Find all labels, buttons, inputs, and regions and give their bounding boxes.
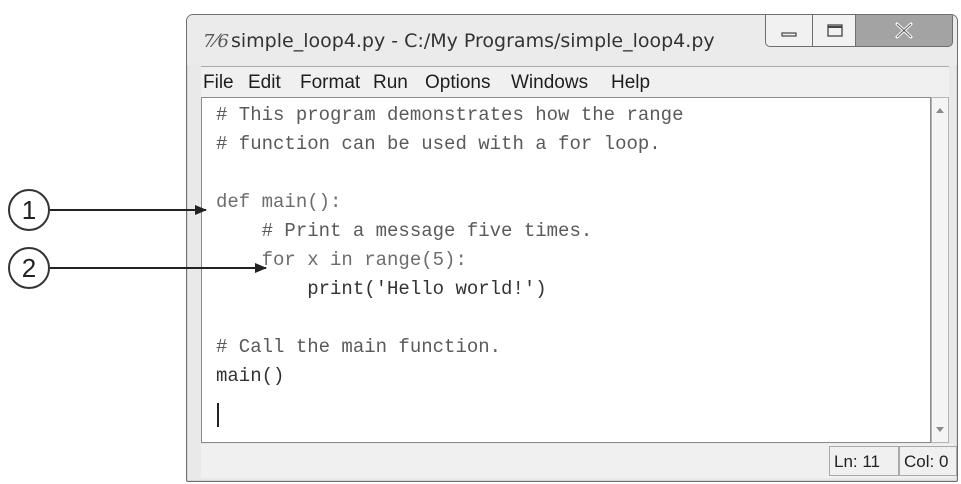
callout-arrows: [50, 205, 267, 273]
callout-1: 1: [8, 189, 50, 231]
callout-2: 2: [8, 247, 50, 289]
